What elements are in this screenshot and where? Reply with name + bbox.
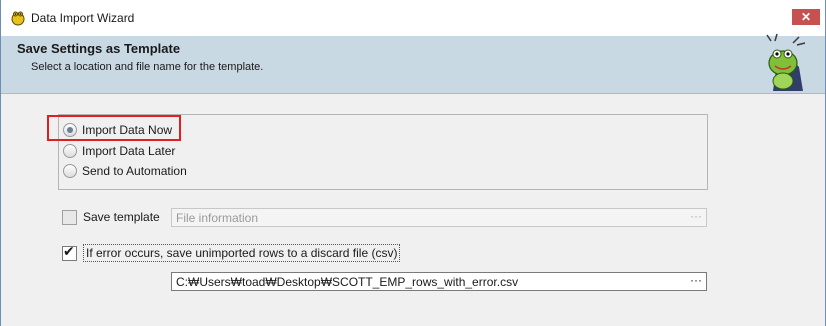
page-title: Save Settings as Template — [17, 41, 181, 56]
close-icon: ✕ — [800, 10, 812, 24]
close-button[interactable]: ✕ — [792, 9, 820, 25]
window-title: Data Import Wizard — [31, 11, 135, 25]
save-template-label: Save template — [83, 210, 160, 224]
radio-label: Send to Automation — [82, 164, 187, 178]
template-file-placeholder: File information — [176, 210, 259, 225]
save-template-option[interactable]: Save template — [62, 208, 160, 226]
template-file-field: File information ··· — [171, 208, 707, 227]
toad-mascot-icon — [766, 33, 806, 91]
discard-file-path-field[interactable]: C:₩Users₩toad₩Desktop₩SCOTT_EMP_rows_wit… — [171, 272, 707, 291]
radio-send-to-automation[interactable]: Send to Automation — [63, 162, 187, 180]
browse-icon: ··· — [690, 209, 702, 223]
radio-import-later[interactable]: Import Data Later — [63, 142, 175, 160]
highlight-box — [47, 115, 181, 141]
error-discard-label: If error occurs, save unimported rows to… — [83, 244, 401, 262]
error-discard-checkbox[interactable] — [62, 244, 77, 261]
wizard-header: Save Settings as Template Select a locat… — [1, 33, 825, 94]
toad-icon — [11, 11, 25, 26]
title-bar: Data Import Wizard ✕ — [1, 0, 825, 36]
radio-button[interactable] — [63, 144, 77, 158]
save-template-checkbox[interactable] — [62, 209, 77, 225]
browse-button[interactable]: ··· — [690, 273, 702, 287]
error-discard-option[interactable]: If error occurs, save unimported rows to… — [62, 244, 401, 262]
wizard-window: Data Import Wizard ✕ Save Settings as Te… — [0, 0, 826, 326]
page-subtitle: Select a location and file name for the … — [31, 61, 264, 73]
discard-file-path: C:₩Users₩toad₩Desktop₩SCOTT_EMP_rows_wit… — [176, 274, 519, 289]
radio-button[interactable] — [63, 164, 77, 178]
radio-label: Import Data Later — [82, 144, 176, 158]
